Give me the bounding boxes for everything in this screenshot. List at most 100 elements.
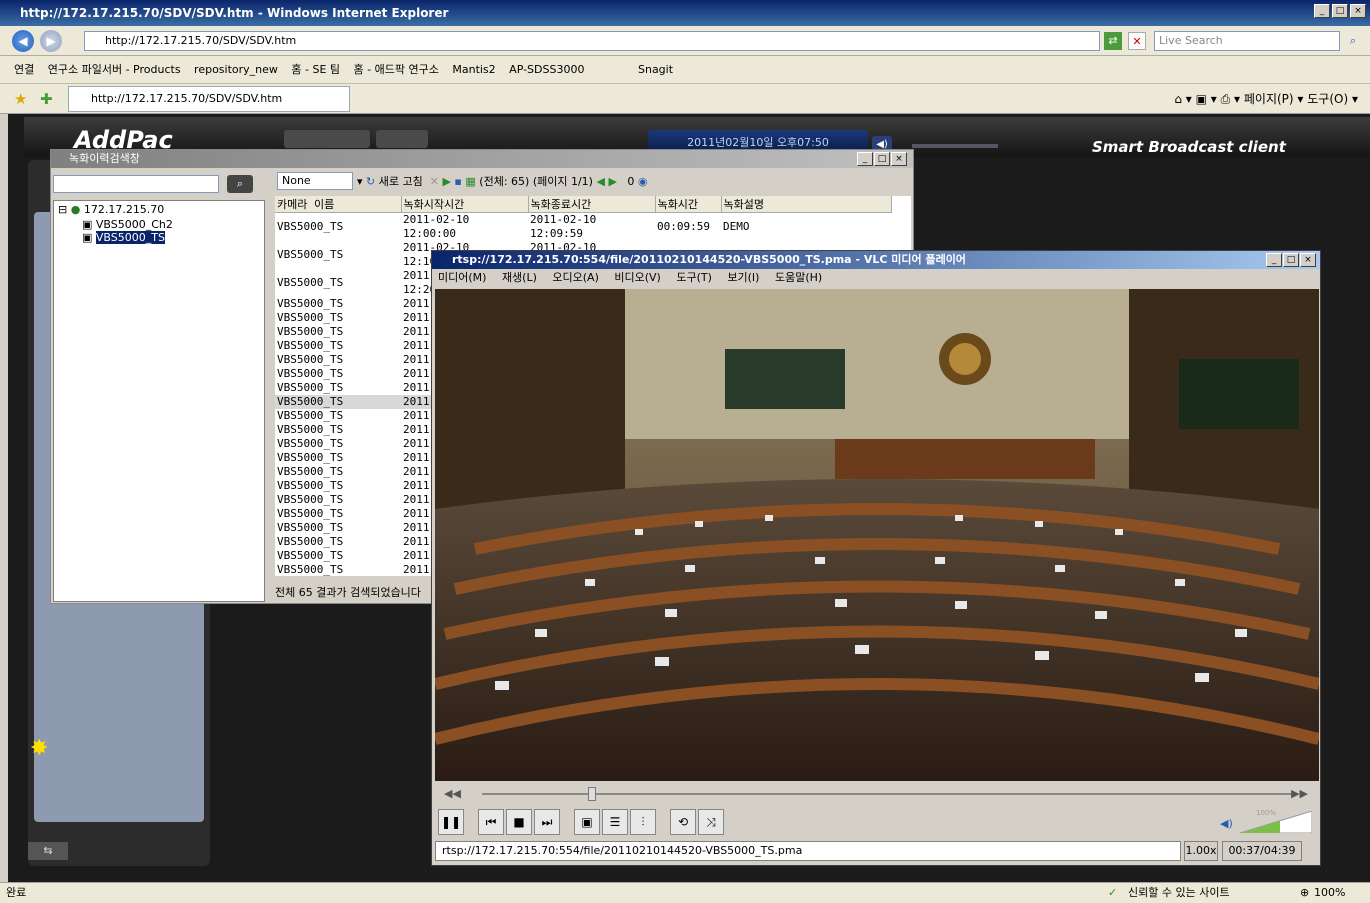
home-icon[interactable]: ⌂: [1174, 92, 1182, 106]
player-controls: ❚❚ ⏮ ■ ⏭ ▣ ☰ ⫶ ⟲ ⤨: [438, 809, 724, 835]
maximize-button[interactable]: □: [874, 152, 890, 166]
link-item[interactable]: Mantis2: [452, 63, 495, 76]
snapshot-buttons[interactable]: [376, 130, 428, 148]
close-button[interactable]: ×: [1350, 4, 1366, 18]
rewind-icon[interactable]: ◀◀: [444, 787, 461, 800]
tree-root[interactable]: ⊟ ● 172.17.215.70: [54, 201, 264, 218]
column-header[interactable]: 녹화종료시간: [528, 196, 656, 213]
previous-button[interactable]: ⏮: [478, 809, 504, 835]
refresh-icon[interactable]: ⇄: [1104, 32, 1122, 50]
volume-icon[interactable]: ◀): [1220, 817, 1233, 830]
back-icon[interactable]: ◀: [12, 30, 34, 52]
table-cell: VBS5000_TS: [277, 409, 344, 422]
pause-button[interactable]: ❚❚: [438, 809, 464, 835]
menu-tools[interactable]: 도구(T): [676, 271, 712, 284]
refresh-icon[interactable]: ↻: [366, 175, 375, 188]
panel-toggle-button[interactable]: ⇆: [28, 842, 68, 860]
table-cell: VBS5000_TS: [277, 297, 344, 310]
column-header[interactable]: 녹화시간: [655, 196, 722, 213]
vlc-menu: 미디어(M) 재생(L) 오디오(A) 비디오(V) 도구(T) 보기(I) 도…: [432, 269, 1320, 287]
column-header[interactable]: 녹화시작시간: [401, 196, 529, 213]
browser-tab[interactable]: http://172.17.215.70/SDV/SDV.htm: [68, 86, 350, 112]
link-item[interactable]: repository_new: [194, 63, 278, 76]
table-row[interactable]: VBS5000_TS 2011-02-10 12:00:00 2011-02-10 …: [275, 213, 891, 242]
menu-view[interactable]: 보기(I): [727, 271, 759, 284]
tree-item[interactable]: ▣ VBS5000_TS: [54, 231, 264, 244]
camera-tree: ⊟ ● 172.17.215.70 ▣ VBS5000_Ch2 ▣ VBS500…: [53, 200, 265, 602]
seek-handle[interactable]: [587, 787, 596, 801]
playlist-button[interactable]: ☰: [602, 809, 628, 835]
assembly-hall-image: [435, 289, 1319, 781]
tools-menu[interactable]: 도구(O): [1307, 92, 1348, 106]
page-input[interactable]: 0: [627, 175, 634, 188]
search-icon[interactable]: ⌕: [227, 175, 253, 193]
command-bar: ⌂ ▾ ▣ ▾ ⎙ ▾ 페이지(P) ▾ 도구(O) ▾: [1174, 92, 1358, 106]
shuffle-button[interactable]: ⤨: [698, 809, 724, 835]
link-item[interactable]: 홈 - SE 팀: [291, 63, 340, 76]
forward-icon[interactable]: ▶: [40, 30, 62, 52]
stop-button[interactable]: ■: [506, 809, 532, 835]
close-button[interactable]: ×: [891, 152, 907, 166]
volume-slider[interactable]: [912, 144, 998, 148]
delete-icon[interactable]: ✕: [430, 175, 439, 188]
page-menu[interactable]: 페이지(P): [1244, 92, 1294, 106]
minimize-button[interactable]: _: [857, 152, 873, 166]
next-button[interactable]: ⏭: [534, 809, 560, 835]
minimize-button[interactable]: _: [1314, 4, 1330, 18]
search-input[interactable]: Live Search: [1154, 31, 1340, 51]
column-header[interactable]: 녹화설명: [721, 196, 892, 213]
minimize-button[interactable]: _: [1266, 253, 1282, 267]
table-cell: VBS5000_TS: [277, 479, 344, 492]
feeds-icon[interactable]: ▣: [1196, 92, 1207, 106]
equalizer-button[interactable]: ⫶: [630, 809, 656, 835]
maximize-button[interactable]: □: [1283, 253, 1299, 267]
video-frame[interactable]: [435, 289, 1319, 781]
trusted-icon: ✓: [1108, 886, 1118, 899]
close-button[interactable]: ×: [1300, 253, 1316, 267]
menu-playback[interactable]: 재생(L): [502, 271, 537, 284]
play-icon[interactable]: ▶: [442, 175, 450, 188]
tree-item[interactable]: ▣ VBS5000_Ch2: [54, 218, 264, 231]
go-icon[interactable]: ◉: [638, 175, 648, 188]
view-layout-buttons[interactable]: [284, 130, 370, 148]
link-item[interactable]: Snagit: [638, 63, 673, 76]
refresh-button[interactable]: 새로 고침: [379, 175, 423, 188]
link-item[interactable]: 홈 - 애드팍 연구소: [354, 63, 439, 76]
volume-control[interactable]: 100%: [1239, 809, 1313, 834]
maximize-button[interactable]: □: [1332, 4, 1348, 18]
menu-help[interactable]: 도움말(H): [775, 271, 822, 284]
zoom-level[interactable]: 100%: [1314, 883, 1345, 903]
playback-rate[interactable]: 1.00x: [1184, 841, 1218, 861]
link-item[interactable]: 연구소 파일서버 - Products: [48, 63, 181, 76]
column-header[interactable]: 카메라 이름: [275, 196, 402, 213]
print-icon[interactable]: ⎙: [1221, 92, 1231, 106]
status-bar: 완료 ✓ 신뢰할 수 있는 사이트 ⊕ 100%: [0, 882, 1370, 903]
favorites-star-icon[interactable]: ★: [14, 90, 27, 108]
address-input[interactable]: http://172.17.215.70/SDV/SDV.htm: [84, 31, 1100, 51]
search-icon[interactable]: ⌕: [1344, 32, 1362, 50]
menu-audio[interactable]: 오디오(A): [552, 271, 598, 284]
seek-bar[interactable]: ◀◀ ▶▶: [444, 787, 1308, 801]
loop-button[interactable]: ⟲: [670, 809, 696, 835]
zoom-icon[interactable]: ⊕: [1300, 883, 1309, 903]
table-cell: VBS5000_TS: [277, 353, 344, 366]
add-favorite-icon[interactable]: ✚: [40, 90, 53, 108]
excel-icon[interactable]: ▦: [465, 175, 475, 188]
volume-label: 100%: [1256, 809, 1277, 817]
forward-icon[interactable]: ▶▶: [1291, 787, 1308, 800]
prev-page-icon[interactable]: ◀: [596, 175, 604, 188]
fullscreen-button[interactable]: ▣: [574, 809, 600, 835]
table-cell: VBS5000_TS: [277, 549, 344, 562]
menu-media[interactable]: 미디어(M): [438, 271, 486, 284]
link-item[interactable]: AP-SDSS3000: [509, 63, 584, 76]
result-summary: (전체: 65) (페이지 1/1): [479, 175, 593, 188]
history-toolbar: ▾ ↻ 새로 고침 ✕ ▶ ▪ ▦ (전체: 65) (페이지 1/1) ◀ ▶…: [357, 175, 648, 188]
next-page-icon[interactable]: ▶: [608, 175, 616, 188]
stop-icon[interactable]: ✕: [1128, 32, 1146, 50]
camera-select[interactable]: None: [277, 172, 353, 190]
seek-track[interactable]: [482, 793, 1294, 795]
save-icon[interactable]: ▪: [454, 175, 461, 188]
window-controls: _ □ ×: [1314, 4, 1366, 18]
tree-search-input[interactable]: [53, 175, 219, 193]
menu-video[interactable]: 비디오(V): [614, 271, 660, 284]
